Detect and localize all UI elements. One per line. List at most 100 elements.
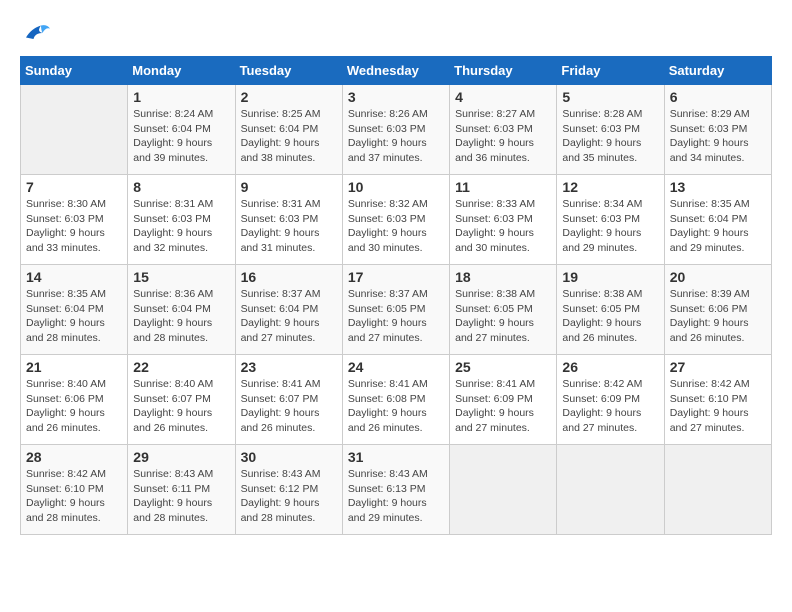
calendar-cell: 6 Sunrise: 8:29 AMSunset: 6:03 PMDaylight…: [664, 85, 771, 175]
calendar-week-row-5: 28Sunrise: 8:42 AMSunset: 6:10 PMDayligh…: [21, 445, 772, 535]
calendar-cell: 20 Sunrise: 8:39 AMSunset: 6:06 PMDayligh…: [664, 265, 771, 355]
calendar-cell: 8Sunrise: 8:31 AMSunset: 6:03 PMDaylight…: [128, 175, 235, 265]
day-number: 10: [348, 179, 444, 195]
day-info: Sunrise: 8:40 AMSunset: 6:07 PMDaylight:…: [133, 377, 229, 436]
calendar-cell: [450, 445, 557, 535]
day-info: Sunrise: 8:39 AMSunset: 6:06 PMDaylight:…: [670, 287, 766, 346]
day-number: 31: [348, 449, 444, 465]
weekday-header-tuesday: Tuesday: [235, 57, 342, 85]
day-info: Sunrise: 8:28 AMSunset: 6:03 PMDaylight:…: [562, 107, 658, 166]
day-info: Sunrise: 8:35 AMSunset: 6:04 PMDaylight:…: [26, 287, 122, 346]
day-info: Sunrise: 8:41 AMSunset: 6:09 PMDaylight:…: [455, 377, 551, 436]
day-number: 5: [562, 89, 658, 105]
day-number: 19: [562, 269, 658, 285]
page-header: [20, 20, 772, 46]
calendar-cell: 24 Sunrise: 8:41 AMSunset: 6:08 PMDayligh…: [342, 355, 449, 445]
day-info: Sunrise: 8:43 AMSunset: 6:12 PMDaylight:…: [241, 467, 337, 526]
calendar-cell: 19 Sunrise: 8:38 AMSunset: 6:05 PMDayligh…: [557, 265, 664, 355]
calendar-cell: 30 Sunrise: 8:43 AMSunset: 6:12 PMDayligh…: [235, 445, 342, 535]
day-number: 16: [241, 269, 337, 285]
calendar-cell: 14Sunrise: 8:35 AMSunset: 6:04 PMDayligh…: [21, 265, 128, 355]
calendar-cell: 3 Sunrise: 8:26 AMSunset: 6:03 PMDaylight…: [342, 85, 449, 175]
calendar-cell: 31 Sunrise: 8:43 AMSunset: 6:13 PMDayligh…: [342, 445, 449, 535]
calendar-cell: 23Sunrise: 8:41 AMSunset: 6:07 PMDayligh…: [235, 355, 342, 445]
calendar-cell: 1 Sunrise: 8:24 AMSunset: 6:04 PMDaylight…: [128, 85, 235, 175]
calendar-cell: 7Sunrise: 8:30 AMSunset: 6:03 PMDaylight…: [21, 175, 128, 265]
day-info: Sunrise: 8:29 AMSunset: 6:03 PMDaylight:…: [670, 107, 766, 166]
day-info: Sunrise: 8:24 AMSunset: 6:04 PMDaylight:…: [133, 107, 229, 166]
day-number: 15: [133, 269, 229, 285]
calendar-cell: 28Sunrise: 8:42 AMSunset: 6:10 PMDayligh…: [21, 445, 128, 535]
weekday-header-monday: Monday: [128, 57, 235, 85]
day-number: 2: [241, 89, 337, 105]
day-number: 4: [455, 89, 551, 105]
calendar-week-row-4: 21 Sunrise: 8:40 AMSunset: 6:06 PMDayligh…: [21, 355, 772, 445]
calendar-cell: 29Sunrise: 8:43 AMSunset: 6:11 PMDayligh…: [128, 445, 235, 535]
day-info: Sunrise: 8:38 AMSunset: 6:05 PMDaylight:…: [562, 287, 658, 346]
weekday-header-friday: Friday: [557, 57, 664, 85]
calendar-cell: [664, 445, 771, 535]
day-info: Sunrise: 8:37 AMSunset: 6:04 PMDaylight:…: [241, 287, 337, 346]
day-info: Sunrise: 8:25 AMSunset: 6:04 PMDaylight:…: [241, 107, 337, 166]
weekday-header-wednesday: Wednesday: [342, 57, 449, 85]
calendar-cell: 10 Sunrise: 8:32 AMSunset: 6:03 PMDayligh…: [342, 175, 449, 265]
calendar-week-row-1: 1 Sunrise: 8:24 AMSunset: 6:04 PMDaylight…: [21, 85, 772, 175]
calendar-cell: 27 Sunrise: 8:42 AMSunset: 6:10 PMDayligh…: [664, 355, 771, 445]
day-info: Sunrise: 8:43 AMSunset: 6:13 PMDaylight:…: [348, 467, 444, 526]
day-info: Sunrise: 8:30 AMSunset: 6:03 PMDaylight:…: [26, 197, 122, 256]
day-info: Sunrise: 8:31 AMSunset: 6:03 PMDaylight:…: [241, 197, 337, 256]
day-number: 9: [241, 179, 337, 195]
day-info: Sunrise: 8:42 AMSunset: 6:10 PMDaylight:…: [670, 377, 766, 436]
calendar-week-row-2: 7Sunrise: 8:30 AMSunset: 6:03 PMDaylight…: [21, 175, 772, 265]
day-number: 17: [348, 269, 444, 285]
day-number: 13: [670, 179, 766, 195]
calendar-cell: 11 Sunrise: 8:33 AMSunset: 6:03 PMDayligh…: [450, 175, 557, 265]
day-info: Sunrise: 8:37 AMSunset: 6:05 PMDaylight:…: [348, 287, 444, 346]
day-number: 26: [562, 359, 658, 375]
day-number: 12: [562, 179, 658, 195]
day-info: Sunrise: 8:34 AMSunset: 6:03 PMDaylight:…: [562, 197, 658, 256]
day-number: 22: [133, 359, 229, 375]
day-info: Sunrise: 8:42 AMSunset: 6:09 PMDaylight:…: [562, 377, 658, 436]
calendar-table: SundayMondayTuesdayWednesdayThursdayFrid…: [20, 56, 772, 535]
day-number: 6: [670, 89, 766, 105]
day-number: 28: [26, 449, 122, 465]
day-number: 30: [241, 449, 337, 465]
day-info: Sunrise: 8:41 AMSunset: 6:08 PMDaylight:…: [348, 377, 444, 436]
calendar-cell: 13 Sunrise: 8:35 AMSunset: 6:04 PMDayligh…: [664, 175, 771, 265]
weekday-header-saturday: Saturday: [664, 57, 771, 85]
day-info: Sunrise: 8:26 AMSunset: 6:03 PMDaylight:…: [348, 107, 444, 166]
day-number: 3: [348, 89, 444, 105]
calendar-cell: 17 Sunrise: 8:37 AMSunset: 6:05 PMDayligh…: [342, 265, 449, 355]
day-number: 23: [241, 359, 337, 375]
calendar-cell: 2 Sunrise: 8:25 AMSunset: 6:04 PMDaylight…: [235, 85, 342, 175]
calendar-cell: 22 Sunrise: 8:40 AMSunset: 6:07 PMDayligh…: [128, 355, 235, 445]
day-info: Sunrise: 8:35 AMSunset: 6:04 PMDaylight:…: [670, 197, 766, 256]
weekday-header-thursday: Thursday: [450, 57, 557, 85]
day-number: 24: [348, 359, 444, 375]
day-number: 18: [455, 269, 551, 285]
logo-bird-icon: [20, 22, 50, 44]
calendar-cell: 9 Sunrise: 8:31 AMSunset: 6:03 PMDaylight…: [235, 175, 342, 265]
logo: [20, 20, 54, 46]
calendar-cell: 25Sunrise: 8:41 AMSunset: 6:09 PMDayligh…: [450, 355, 557, 445]
day-info: Sunrise: 8:40 AMSunset: 6:06 PMDaylight:…: [26, 377, 122, 436]
day-number: 20: [670, 269, 766, 285]
day-number: 1: [133, 89, 229, 105]
day-number: 21: [26, 359, 122, 375]
calendar-cell: 21 Sunrise: 8:40 AMSunset: 6:06 PMDayligh…: [21, 355, 128, 445]
day-info: Sunrise: 8:33 AMSunset: 6:03 PMDaylight:…: [455, 197, 551, 256]
calendar-cell: 4 Sunrise: 8:27 AMSunset: 6:03 PMDaylight…: [450, 85, 557, 175]
day-number: 11: [455, 179, 551, 195]
calendar-cell: 26 Sunrise: 8:42 AMSunset: 6:09 PMDayligh…: [557, 355, 664, 445]
day-info: Sunrise: 8:32 AMSunset: 6:03 PMDaylight:…: [348, 197, 444, 256]
calendar-cell: 16 Sunrise: 8:37 AMSunset: 6:04 PMDayligh…: [235, 265, 342, 355]
calendar-week-row-3: 14Sunrise: 8:35 AMSunset: 6:04 PMDayligh…: [21, 265, 772, 355]
calendar-cell: 15Sunrise: 8:36 AMSunset: 6:04 PMDayligh…: [128, 265, 235, 355]
weekday-header-sunday: Sunday: [21, 57, 128, 85]
day-number: 29: [133, 449, 229, 465]
day-info: Sunrise: 8:27 AMSunset: 6:03 PMDaylight:…: [455, 107, 551, 166]
calendar-cell: 18Sunrise: 8:38 AMSunset: 6:05 PMDayligh…: [450, 265, 557, 355]
weekday-header-row: SundayMondayTuesdayWednesdayThursdayFrid…: [21, 57, 772, 85]
day-number: 27: [670, 359, 766, 375]
